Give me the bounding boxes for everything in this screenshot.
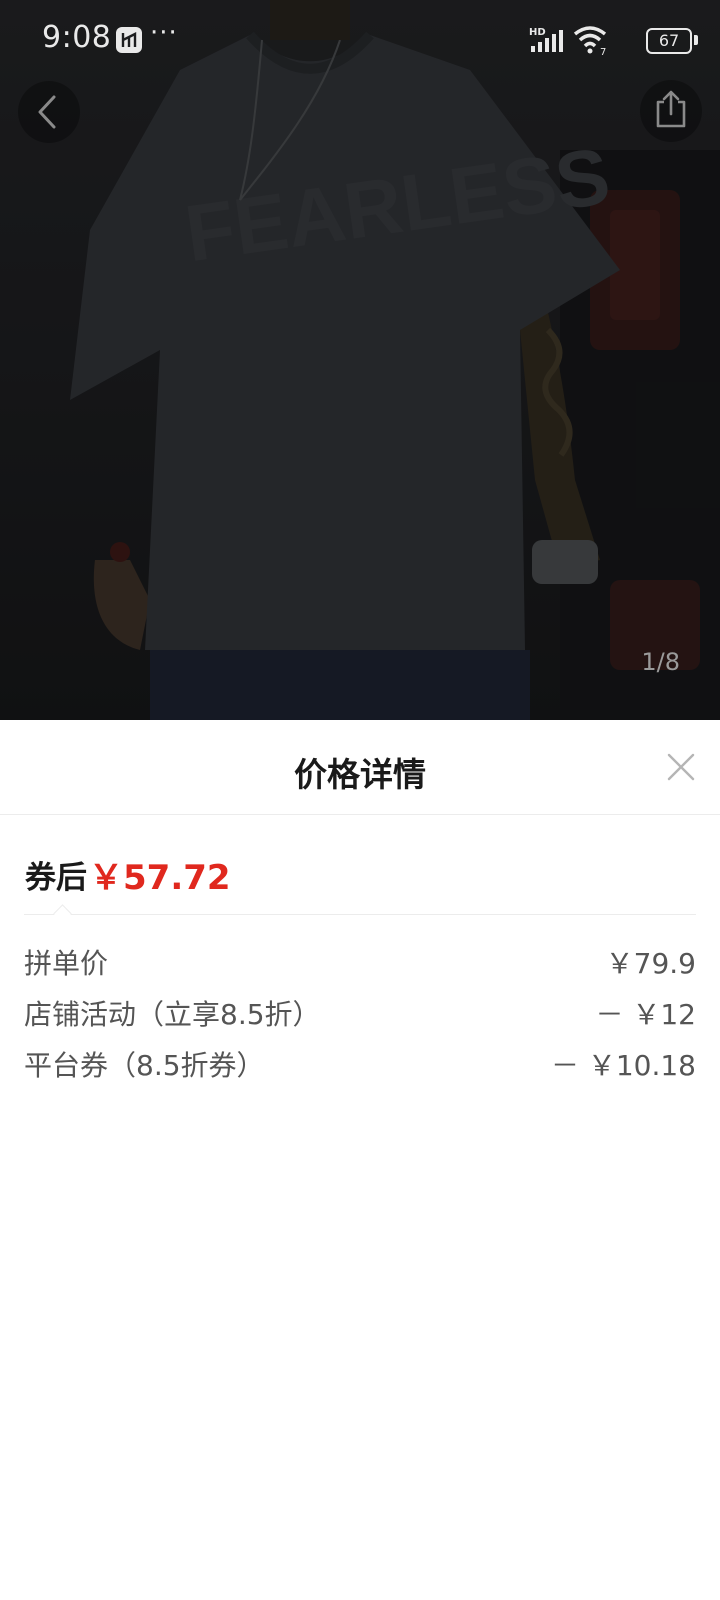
sheet-title: 价格详情 [294, 755, 426, 794]
close-icon [667, 753, 695, 781]
price-detail-sheet: 价格详情 券后￥57.72 拼单价 ￥79.9 店铺活动（立享8.5折） － ￥… [0, 720, 720, 1600]
row-label: 拼单价 [24, 947, 109, 980]
wifi-icon: 7 [573, 26, 606, 58]
modal-scrim[interactable] [0, 0, 720, 720]
chevron-left-icon [38, 95, 56, 129]
price-breakdown-list: 拼单价 ￥79.9 店铺活动（立享8.5折） － ￥12 平台券（8.5折券） … [24, 942, 696, 1095]
image-page-indicator: 1/8 [641, 648, 680, 676]
sheet-header: 价格详情 [0, 720, 720, 815]
share-icon [656, 90, 686, 128]
price-breakdown-row: 平台券（8.5折券） － ￥10.18 [24, 1044, 696, 1095]
share-button[interactable] [640, 80, 702, 142]
final-price-value: ￥57.72 [89, 858, 231, 898]
row-label: 平台券（8.5折券） [24, 1049, 265, 1082]
row-label: 店铺活动（立享8.5折） [24, 998, 321, 1031]
final-price-label: 券后 [25, 860, 87, 896]
row-amount: ￥79.9 [605, 947, 696, 980]
price-breakdown-row: 店铺活动（立享8.5折） － ￥12 [24, 993, 696, 1044]
network-type-label: HD [529, 27, 546, 38]
row-amount: － ￥12 [595, 998, 696, 1031]
status-bar: 9:08 ··· HD 7 67 [0, 0, 720, 80]
divider-caret [53, 904, 72, 923]
battery-icon: 67 [646, 28, 692, 54]
battery-tip [694, 35, 698, 45]
status-more-icon: ··· [150, 18, 178, 48]
price-breakdown-row: 拼单价 ￥79.9 [24, 942, 696, 993]
product-image[interactable]: FEARLESS [0, 0, 720, 720]
back-button[interactable] [18, 81, 80, 143]
row-amount: － ￥10.18 [550, 1049, 696, 1082]
app-notification-icon [116, 27, 142, 53]
divider [24, 914, 696, 915]
close-button[interactable] [660, 746, 702, 788]
status-time: 9:08 [42, 20, 112, 55]
final-price-row: 券后￥57.72 [25, 850, 231, 898]
wifi-badge: 7 [600, 47, 606, 58]
